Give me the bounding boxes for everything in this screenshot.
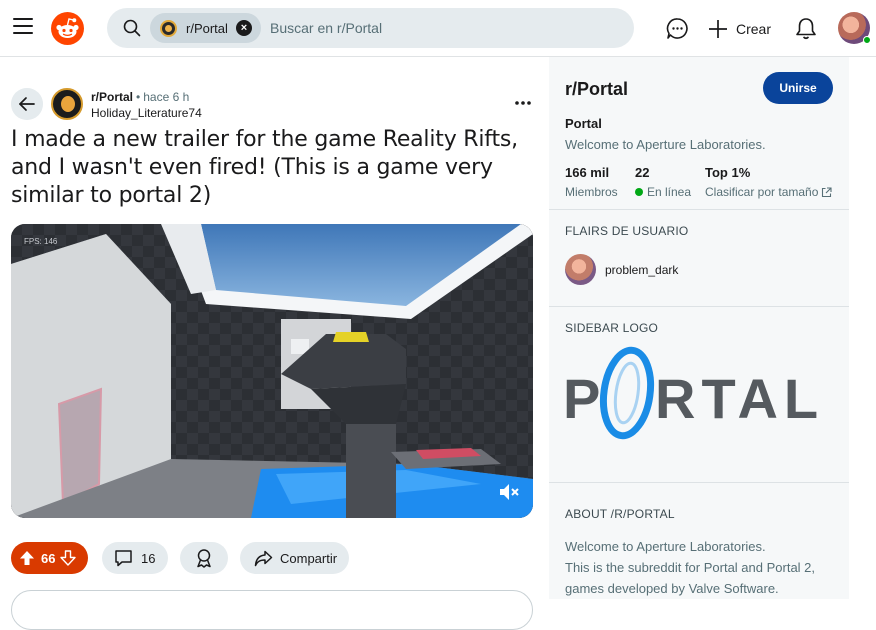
stat-label: En línea	[647, 185, 692, 199]
divider	[549, 482, 849, 483]
stat-label: Clasificar por tamaño	[705, 185, 819, 199]
flair-user[interactable]: problem_dark	[605, 263, 678, 277]
about-line: This is the subreddit for Portal and Por…	[565, 560, 816, 575]
video-frame	[11, 224, 533, 518]
stat-value: 166 mil	[565, 165, 610, 180]
award-button[interactable]	[180, 542, 228, 574]
about-heading: ABOUT /R/PORTAL	[565, 507, 675, 521]
subreddit-avatar[interactable]	[51, 88, 83, 120]
award-icon	[197, 549, 211, 568]
external-link-icon	[822, 186, 832, 197]
divider	[549, 306, 849, 307]
stat-members: 166 mil Miembros	[565, 165, 618, 199]
community-title: r/Portal	[565, 79, 629, 99]
create-button[interactable]: Crear	[708, 17, 771, 40]
reddit-logo[interactable]	[51, 12, 84, 45]
close-icon[interactable]: ×	[236, 20, 252, 36]
comments-button[interactable]: 16	[102, 542, 168, 574]
logo-letters-rtal: RTAL	[655, 367, 824, 430]
subreddit-link[interactable]: r/Portal	[91, 90, 133, 104]
stat-value: Top 1%	[705, 165, 751, 180]
search-input[interactable]: Buscar en r/Portal	[270, 20, 382, 36]
logo-heading: SIDEBAR LOGO	[565, 321, 659, 335]
post-actions: 66 16 Compartir	[11, 542, 551, 574]
flairs-heading: FLAIRS DE USUARIO	[565, 224, 689, 238]
video-fps-overlay: FPS: 146	[24, 237, 58, 246]
flair-avatar	[565, 254, 596, 285]
about-line: Welcome to Aperture Laboratories.	[565, 539, 766, 554]
community-sidebar: r/Portal Unirse Portal Welcome to Apertu…	[549, 57, 849, 599]
menu-icon[interactable]	[13, 18, 33, 36]
post-author[interactable]: Holiday_Literature74	[91, 106, 202, 120]
search-scope-label: r/Portal	[186, 20, 228, 36]
stat-online: 22 En línea	[635, 165, 691, 199]
about-line: games developed by Valve Software.	[565, 581, 779, 596]
top-bar: r/Portal × Buscar en r/Portal Crear	[0, 0, 876, 57]
subreddit-avatar	[160, 19, 177, 37]
online-dot-icon	[635, 188, 643, 196]
divider	[549, 209, 849, 210]
bell-icon[interactable]	[795, 17, 817, 40]
meta-separator: •	[136, 90, 141, 104]
join-button[interactable]: Unirse	[763, 72, 833, 104]
vote-control: 66	[11, 542, 88, 574]
back-button[interactable]	[11, 88, 43, 120]
downvote-icon[interactable]	[60, 550, 77, 566]
stat-label: Miembros	[565, 185, 618, 199]
search-scope-chip[interactable]: r/Portal ×	[150, 13, 261, 43]
stat-value: 22	[635, 165, 650, 180]
community-description: Welcome to Aperture Laboratories.	[565, 137, 766, 152]
plus-icon	[709, 19, 727, 38]
post-meta: r/Portal • hace 6 h	[91, 90, 189, 104]
share-icon	[254, 550, 273, 566]
mute-icon[interactable]	[497, 480, 521, 504]
stat-rank[interactable]: Top 1% Clasificar por tamaño	[705, 165, 832, 199]
search-bar[interactable]: r/Portal × Buscar en r/Portal	[107, 8, 634, 48]
share-button[interactable]: Compartir	[240, 542, 349, 574]
online-status-dot	[863, 36, 871, 44]
about-text: Welcome to Aperture Laboratories. This i…	[565, 536, 841, 599]
more-icon[interactable]	[514, 99, 532, 107]
share-label: Compartir	[280, 550, 338, 566]
post-video[interactable]: FPS: 146	[11, 224, 533, 518]
create-label: Crear	[736, 20, 772, 37]
comment-icon	[115, 550, 132, 567]
community-name: Portal	[565, 116, 602, 131]
vote-count: 66	[41, 550, 56, 566]
portal-logo: P RTAL	[563, 346, 824, 440]
post-title: I made a new trailer for the game Realit…	[11, 127, 518, 208]
post-time: hace 6 h	[143, 90, 190, 104]
upvote-icon[interactable]	[19, 550, 35, 566]
search-icon	[123, 19, 141, 37]
comment-input[interactable]	[11, 590, 533, 630]
logo-letter-p: P	[563, 367, 600, 430]
comment-count: 16	[141, 550, 156, 566]
chat-icon[interactable]	[666, 17, 689, 40]
